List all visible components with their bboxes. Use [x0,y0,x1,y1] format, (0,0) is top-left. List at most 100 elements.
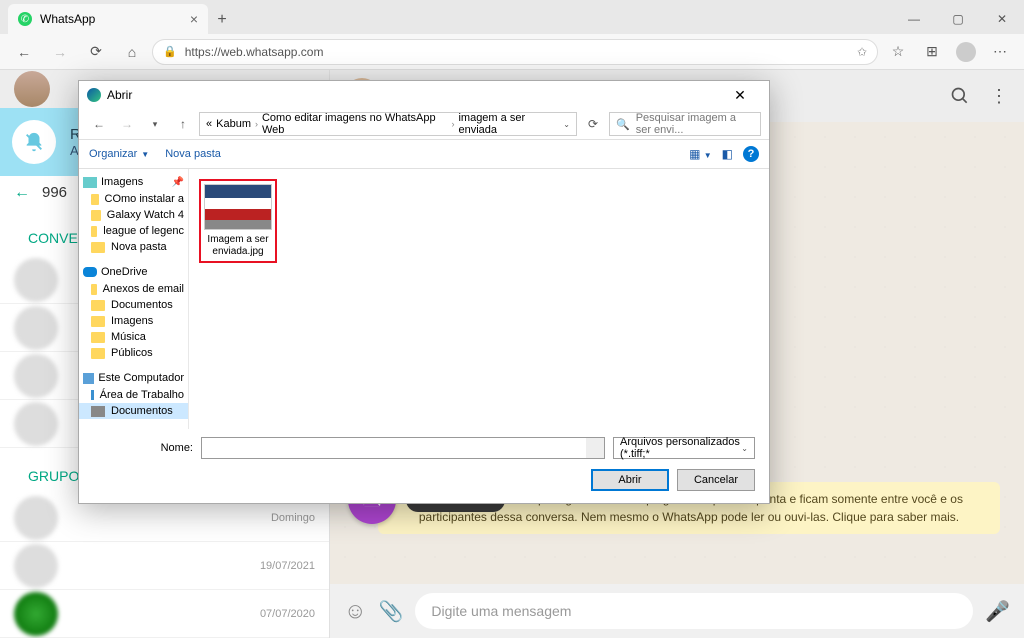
browser-tab[interactable]: ✆ WhatsApp × [8,4,208,34]
dialog-title: Abrir [107,88,132,102]
chevron-right-icon: › [451,119,454,129]
file-item-selected[interactable]: Imagem a ser enviada.jpg [199,179,277,263]
folder-icon [91,194,99,205]
filename-input[interactable] [201,437,605,459]
tree-item[interactable]: Área de Trabalho [79,387,188,403]
dialog-forward-button[interactable]: → [115,112,139,136]
chat-item[interactable]: 07/07/2020 [0,590,329,638]
tree-item[interactable]: Documentos [79,297,188,313]
tree-item[interactable]: Galaxy Watch 4 [79,207,188,223]
organize-menu[interactable]: Organizar ▼ [89,148,149,160]
dialog-titlebar: Abrir ✕ [79,81,769,109]
documents-icon [91,406,105,417]
chat-avatar [14,354,58,398]
search-icon: 🔍 [616,118,630,131]
chat-avatar [14,258,58,302]
bell-slash-icon [12,120,56,164]
dialog-breadcrumb[interactable]: « Kabum › Como editar imagens no WhatsAp… [199,112,577,136]
url-input[interactable]: 🔒 https://web.whatsapp.com ✩ [152,39,878,65]
folder-tree[interactable]: Imagens📌 COmo instalar a Galaxy Watch 4 … [79,169,189,429]
tree-item[interactable]: Nova pasta [79,239,188,255]
breadcrumb-item[interactable]: Como editar imagens no WhatsApp Web [262,112,447,136]
menu-button[interactable]: ⋯ [984,38,1016,66]
nav-back-button[interactable]: ← [8,38,40,66]
chat-avatar [14,592,58,636]
nav-forward-button[interactable]: → [44,38,76,66]
tree-item[interactable]: Públicos [79,345,188,361]
file-type-select[interactable]: Arquivos personalizados (*.tiff;*⌄ [613,437,755,459]
chevron-right-icon: › [255,119,258,129]
attach-icon[interactable]: 📎 [378,599,403,624]
chat-date: Domingo [271,512,315,524]
breadcrumb-prefix: « [206,118,212,130]
mic-icon[interactable]: 🎤 [985,599,1010,624]
file-list-area[interactable]: Imagem a ser enviada.jpg [189,169,769,429]
dialog-search-input[interactable]: 🔍 Pesquisar imagem a ser envi... [609,112,761,136]
menu-icon[interactable]: ⋮ [990,86,1008,107]
tree-item[interactable]: league of legenc [79,223,188,239]
help-icon[interactable]: ? [743,146,759,162]
folder-icon [91,284,97,295]
url-text: https://web.whatsapp.com [185,45,324,59]
cancel-button[interactable]: Cancelar [677,469,755,491]
view-mode-button[interactable]: ▦ ▼ [689,147,712,161]
collections-button[interactable]: ⊞ [916,38,948,66]
chevron-down-icon[interactable]: ⌄ [563,120,570,129]
dialog-close-button[interactable]: ✕ [719,82,761,108]
window-maximize-button[interactable]: ▢ [936,4,980,34]
tree-header-onedrive[interactable]: OneDrive [79,263,188,281]
chat-avatar [14,496,58,540]
window-close-button[interactable]: ✕ [980,4,1024,34]
dialog-back-button[interactable]: ← [87,112,111,136]
folder-icon [91,300,105,311]
dialog-body: Imagens📌 COmo instalar a Galaxy Watch 4 … [79,169,769,429]
window-minimize-button[interactable]: — [892,4,936,34]
onedrive-icon [83,267,97,277]
tree-item-selected[interactable]: Documentos [79,403,188,419]
arrow-left-icon: ← [14,184,30,202]
images-icon [83,177,97,188]
profile-button[interactable] [950,38,982,66]
nav-reload-button[interactable]: ⟳ [80,38,112,66]
tab-title: WhatsApp [40,12,95,26]
favorites-button[interactable]: ☆ [882,38,914,66]
input-placeholder: Digite uma mensagem [431,603,571,619]
search-placeholder: Pesquisar imagem a ser envi... [636,112,754,136]
new-tab-button[interactable]: + [208,6,236,34]
dialog-history-button[interactable]: ▾ [143,112,167,136]
tree-header-imagens[interactable]: Imagens📌 [79,173,188,191]
tree-item[interactable]: Anexos de email [79,281,188,297]
message-input[interactable]: Digite uma mensagem [415,593,973,629]
search-icon[interactable] [950,86,970,106]
tree-item[interactable]: Imagens [79,313,188,329]
reader-icon[interactable]: ✩ [857,45,867,59]
refresh-button[interactable]: ⟳ [581,112,605,136]
breadcrumb-item[interactable]: Kabum [216,118,251,130]
whatsapp-favicon-icon: ✆ [18,12,32,26]
preview-pane-button[interactable]: ◧ [722,147,733,161]
chat-item[interactable]: 19/07/2021 [0,542,329,590]
folder-icon [91,332,105,343]
desktop-icon [91,390,94,400]
browser-addressbar: ← → ⟳ ⌂ 🔒 https://web.whatsapp.com ✩ ☆ ⊞… [0,34,1024,70]
folder-icon [91,226,97,237]
filename-label: Nome: [93,442,193,454]
folder-icon [91,316,105,327]
file-thumbnail [204,184,272,230]
chat-avatar [14,402,58,446]
tree-item[interactable]: COmo instalar a [79,191,188,207]
new-folder-button[interactable]: Nova pasta [165,148,221,160]
chat-avatar [14,544,58,588]
dialog-up-button[interactable]: ↑ [171,112,195,136]
nav-home-button[interactable]: ⌂ [116,38,148,66]
tree-header-pc[interactable]: Este Computador [79,369,188,387]
open-button[interactable]: Abrir [591,469,669,491]
browser-titlebar: ✆ WhatsApp × + — ▢ ✕ [0,0,1024,34]
breadcrumb-item[interactable]: imagem a ser enviada [458,112,559,136]
tree-item[interactable]: Música [79,329,188,345]
close-tab-icon[interactable]: × [190,11,198,27]
emoji-icon[interactable]: ☺ [344,598,366,624]
pin-icon: 📌 [172,177,184,188]
user-avatar[interactable] [14,71,50,107]
folder-icon [91,210,101,221]
